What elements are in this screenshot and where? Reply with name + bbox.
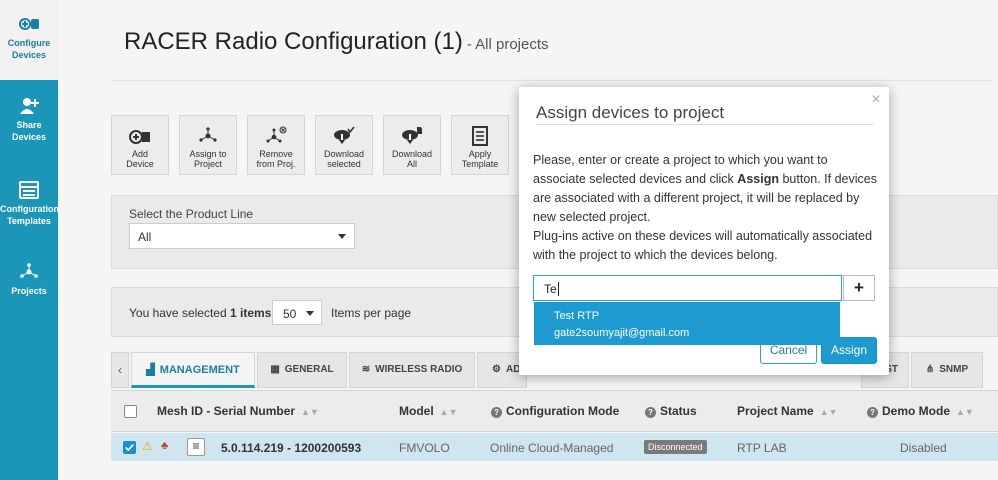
dialog-message-bold: Assign xyxy=(737,172,779,186)
close-icon[interactable]: × xyxy=(869,92,883,108)
suggestion-item[interactable]: Test RTP xyxy=(554,310,599,322)
project-suggestions: Test RTP gate2soumyajit@gmail.com xyxy=(534,302,840,345)
suggestion-item[interactable]: gate2soumyajit@gmail.com xyxy=(554,327,689,339)
dialog-title: Assign devices to project xyxy=(536,103,725,122)
project-name-input[interactable]: Te xyxy=(533,275,842,301)
dialog-message: Please, enter or create a project to whi… xyxy=(533,151,878,265)
assign-project-dialog: Assign devices to project × Please, ente… xyxy=(519,87,889,375)
dialog-divider xyxy=(536,124,874,125)
create-project-button[interactable]: + xyxy=(843,275,875,301)
text-cursor xyxy=(557,282,559,296)
project-name-value: Te xyxy=(544,282,557,296)
dialog-message-part: Plug-ins active on these devices will au… xyxy=(533,229,873,262)
